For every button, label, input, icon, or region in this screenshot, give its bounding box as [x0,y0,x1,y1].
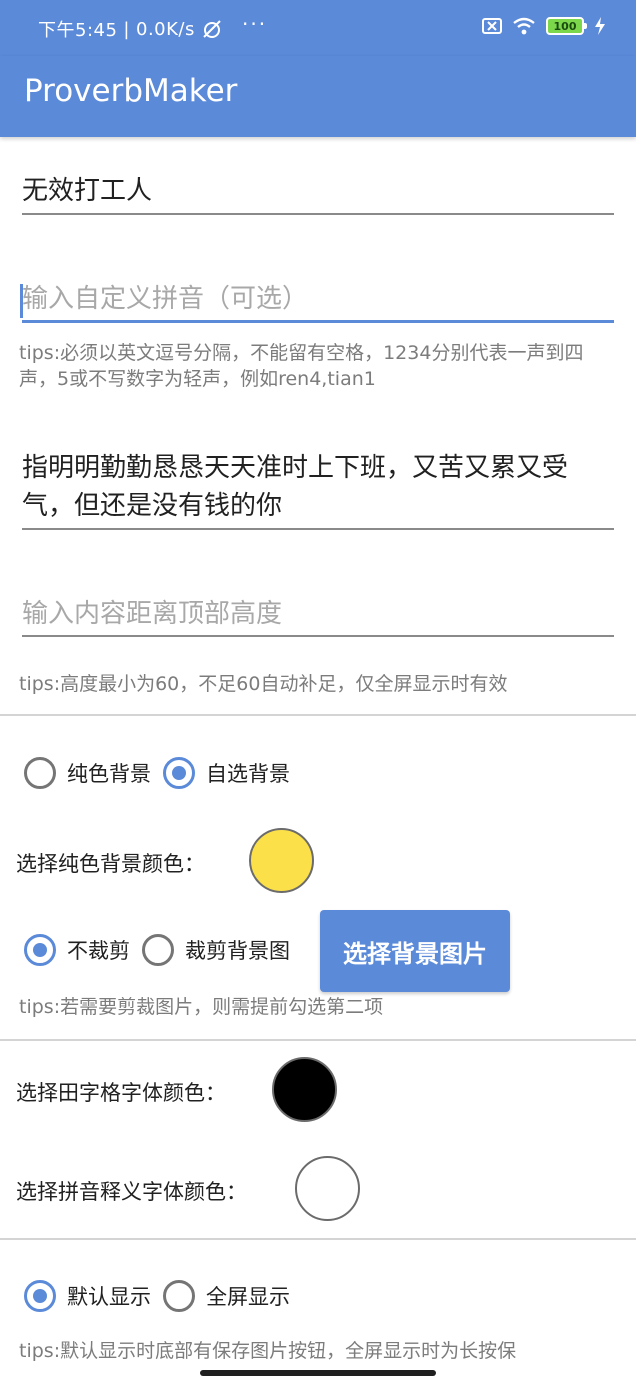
app-bar: ProverbMaker [0,56,636,137]
crop-option-group: 不裁剪 裁剪背景图 [24,934,302,966]
status-left: 下午5:45 | 0.0K/s [38,16,223,42]
height-input-placeholder: 输入内容距离顶部高度 [22,599,283,629]
radio-fullscreen-display[interactable] [163,1280,195,1312]
grid-font-color-label: 选择田字格字体颜色： [16,1081,226,1105]
wifi-icon [513,17,535,35]
fullscreen-display-label[interactable]: 全屏显示 [206,1281,290,1311]
battery-level: 100 [553,19,577,33]
alarm-off-icon [203,20,221,38]
word-input[interactable]: 无效打工人 [22,172,614,215]
solid-background-label[interactable]: 纯色背景 [67,758,151,788]
no-crop-label[interactable]: 不裁剪 [67,935,130,965]
more-notifications: ··· [242,12,268,36]
pinyin-font-color-swatch[interactable] [295,1156,360,1221]
height-input[interactable]: 输入内容距离顶部高度 [22,595,614,637]
custom-background-label[interactable]: 自选背景 [206,758,290,788]
meaning-input-value: 指明明勤勤恳恳天天准时上下班，又苦又累又受气，但还是没有钱的你 [22,453,569,521]
display-mode-group: 默认显示 全屏显示 [24,1280,302,1312]
divider [0,1039,636,1041]
solid-color-swatch[interactable] [249,828,314,893]
meaning-input[interactable]: 指明明勤勤恳恳天天准时上下班，又苦又累又受气，但还是没有钱的你 [22,449,614,530]
sim-off-icon [482,18,502,34]
grid-font-color-swatch[interactable] [272,1057,337,1122]
solid-color-label: 选择纯色背景颜色： [16,852,205,876]
radio-crop-background[interactable] [142,934,174,966]
status-separator: | [123,18,130,40]
pick-background-image-button[interactable]: 选择背景图片 [320,910,510,992]
pinyin-font-color-label: 选择拼音释义字体颜色： [16,1180,247,1204]
app-title: ProverbMaker [24,73,238,109]
radio-solid-background[interactable] [24,757,56,789]
radio-default-display[interactable] [24,1280,56,1312]
battery-icon: 100 [546,17,587,35]
background-type-group: 纯色背景 自选背景 [24,757,302,789]
navigation-handle[interactable] [200,1370,436,1376]
status-bar: 下午5:45 | 0.0K/s ··· 100 [0,0,636,56]
pinyin-tips: tips:必须以英文逗号分隔，不能留有空格，1234分别代表一声到四声，5或不写… [19,342,584,390]
network-speed: 0.0K/s [136,18,195,40]
radio-no-crop[interactable] [24,934,56,966]
height-tips: tips:高度最小为60，不足60自动补足，仅全屏显示时有效 [19,673,508,695]
crop-background-label[interactable]: 裁剪背景图 [185,935,290,965]
crop-tips: tips:若需要剪裁图片，则需提前勾选第二项 [19,996,384,1018]
pinyin-input-placeholder: 输入自定义拼音（可选） [22,284,309,314]
word-input-value: 无效打工人 [22,176,153,206]
display-tips: tips:默认显示时底部有保存图片按钮，全屏显示时为长按保 [19,1340,517,1362]
charging-icon [595,17,605,35]
divider [0,714,636,716]
radio-custom-background[interactable] [163,757,195,789]
text-caret [20,284,23,318]
status-time: 下午5:45 [38,20,118,41]
divider [0,1238,636,1240]
default-display-label[interactable]: 默认显示 [67,1281,151,1311]
status-right: 100 [482,17,606,35]
pinyin-input[interactable]: 输入自定义拼音（可选） [20,280,614,323]
